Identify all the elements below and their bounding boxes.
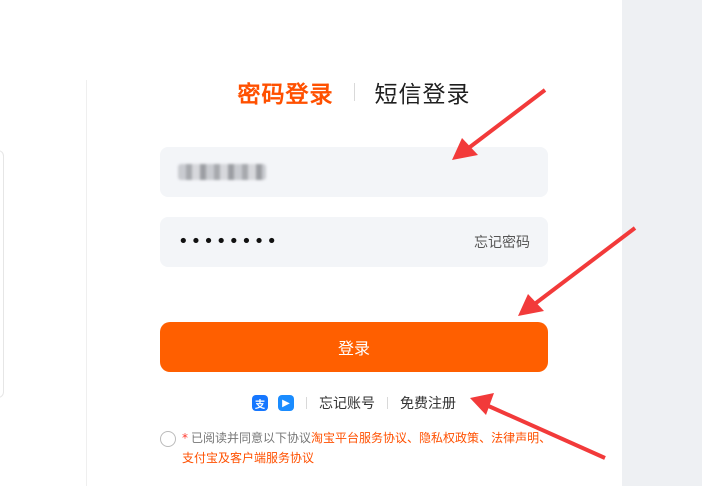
agreement-separator: 、 <box>539 431 552 445</box>
tab-divider <box>353 83 355 101</box>
agreement-separator: 、 <box>407 431 420 445</box>
tab-password-login[interactable]: 密码登录 <box>238 75 334 109</box>
alipay-icon[interactable]: 支 <box>252 395 268 411</box>
agreement-prefix: 已阅读并同意以下协议 <box>191 431 312 445</box>
username-field[interactable] <box>160 147 548 197</box>
link-legal-statement[interactable]: 法律声明 <box>491 431 539 445</box>
login-tabs: 密码登录 短信登录 <box>160 74 548 110</box>
link-divider <box>306 397 307 409</box>
vertical-divider <box>86 80 87 486</box>
link-divider <box>387 397 388 409</box>
app-login-icon[interactable]: ▶ <box>278 395 294 411</box>
blurred-username <box>178 164 266 180</box>
required-star: * <box>182 431 188 445</box>
agreement-separator: 、 <box>479 431 492 445</box>
link-privacy-policy[interactable]: 隐私权政策 <box>419 431 479 445</box>
qr-panel-edge <box>0 150 4 398</box>
register-link[interactable]: 免费注册 <box>400 393 456 413</box>
link-alipay-agreement[interactable]: 支付宝及客户端服务协议 <box>182 451 314 465</box>
agreement-text: * 已阅读并同意以下协议淘宝平台服务协议、隐私权政策、法律声明、支付宝及客户端服务… <box>182 428 560 468</box>
forgot-password-link[interactable]: 忘记密码 <box>474 232 530 252</box>
side-background <box>622 0 702 486</box>
password-value: •••••••• <box>178 231 279 252</box>
link-taobao-agreement[interactable]: 淘宝平台服务协议 <box>311 431 407 445</box>
agreement: * 已阅读并同意以下协议淘宝平台服务协议、隐私权政策、法律声明、支付宝及客户端服务… <box>160 428 560 468</box>
password-field[interactable]: •••••••• 忘记密码 <box>160 217 548 267</box>
login-button[interactable]: 登录 <box>160 322 548 372</box>
agree-radio[interactable] <box>160 431 176 447</box>
forgot-account-link[interactable]: 忘记账号 <box>319 393 375 413</box>
login-links: 支 ▶ 忘记账号 免费注册 <box>160 392 548 414</box>
tab-sms-login[interactable]: 短信登录 <box>375 75 471 109</box>
